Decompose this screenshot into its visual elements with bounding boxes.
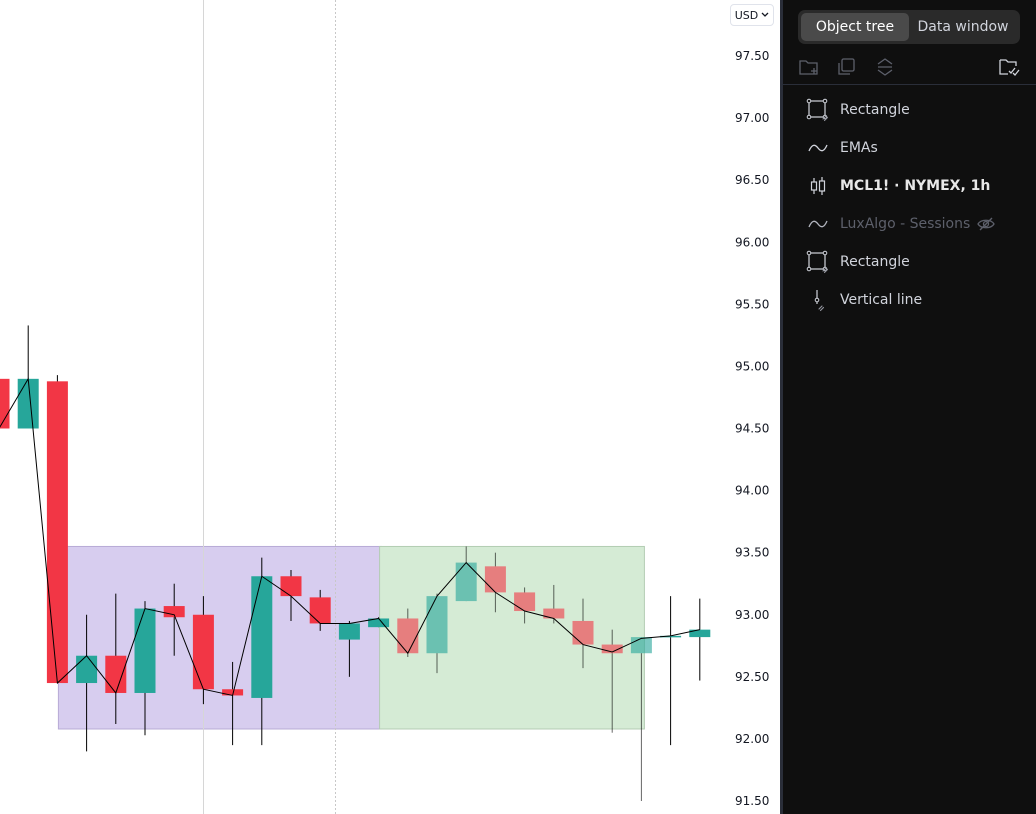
currency-label: USD (734, 8, 759, 22)
price-tick-label: 95.50 (735, 297, 769, 311)
indicator-wave-icon (808, 144, 828, 152)
price-tick-label: 92.00 (735, 732, 769, 746)
select-all-button[interactable] (996, 54, 1022, 80)
candle (689, 598, 711, 681)
price-chart[interactable]: 97.50 97.00 96.50 96.00 95.50 95.00 94.50 94.00… (0, 0, 780, 814)
candle (17, 325, 39, 429)
select-all-icon (999, 59, 1020, 76)
vertical-line-icon (814, 290, 825, 312)
clone-icon (838, 58, 855, 75)
candle-body (280, 576, 302, 597)
clone-button[interactable] (833, 54, 859, 80)
price-tick-label: 95.00 (735, 359, 769, 373)
price-tick-label: 94.00 (735, 484, 769, 498)
currency-selector[interactable]: USD (730, 4, 774, 26)
candle-body (251, 576, 273, 698)
candles-icon (810, 177, 826, 195)
candle-body (192, 614, 214, 690)
candle-body (572, 620, 594, 645)
candle-body (514, 592, 536, 612)
price-tick-label: 96.00 (735, 235, 769, 249)
chevron-down-icon (761, 12, 769, 17)
price-tick-label: 92.50 (735, 670, 769, 684)
candle (0, 378, 10, 429)
price-tick-label: 91.50 (735, 794, 769, 808)
candle (46, 375, 68, 684)
rectangle-icon (806, 250, 829, 274)
candle-body (426, 596, 448, 654)
candle-body (134, 608, 156, 693)
tree-item-luxalgo-sessions[interactable]: LuxAlgo - Sessions (783, 205, 1036, 243)
price-tick-label: 93.50 (735, 546, 769, 560)
candle-body (76, 655, 98, 684)
tree-item-label: Rectangle (840, 254, 910, 270)
tree-item-rectangle-2[interactable]: Rectangle (783, 243, 1036, 281)
price-tick-label: 94.50 (735, 422, 769, 436)
indicator-wave-icon (808, 220, 828, 228)
tree-item-label: LuxAlgo - Sessions (840, 216, 971, 232)
candle-body (338, 623, 360, 640)
object-tree-panel: Object tree Data window Rectangle EMAs M… (783, 0, 1036, 814)
candle-body (309, 597, 331, 624)
tree-item-label: Vertical line (840, 292, 923, 308)
object-tree-toolbar (783, 52, 1036, 85)
sort-button[interactable] (872, 54, 898, 80)
candle-body (0, 378, 10, 429)
show-hide-button[interactable] (976, 214, 996, 234)
new-folder-button[interactable] (796, 54, 822, 80)
tab-data-window[interactable]: Data window (909, 13, 1017, 41)
tab-object-tree[interactable]: Object tree (801, 13, 909, 41)
panel-tabs: Object tree Data window (798, 10, 1020, 44)
session-rectangle (57, 545, 383, 730)
tree-item-label: MCL1! · NYMEX, 1h (840, 178, 991, 194)
tree-item-rectangle-1[interactable]: Rectangle (783, 91, 1036, 129)
tree-item-vertical-line[interactable]: Vertical line (783, 281, 1036, 319)
chart-area[interactable]: 97.50 97.00 96.50 96.00 95.50 95.00 94.50 94.00… (0, 0, 780, 814)
candle-body (17, 378, 39, 429)
candle-body (46, 381, 68, 684)
price-tick-label: 93.00 (735, 608, 769, 622)
new-folder-icon (799, 60, 818, 75)
candle-body (630, 637, 652, 654)
price-tick-label: 97.00 (735, 111, 769, 125)
candle-body (455, 562, 477, 602)
tree-item-emas[interactable]: EMAs (783, 129, 1036, 167)
rectangle-icon (806, 98, 829, 122)
sort-icon (877, 58, 893, 76)
tree-item-label: Rectangle (840, 102, 910, 118)
candle-body (397, 618, 419, 654)
candle (660, 596, 682, 746)
price-tick-label: 96.50 (735, 173, 769, 187)
tree-item-main-series[interactable]: MCL1! · NYMEX, 1h (783, 167, 1036, 205)
price-tick-label: 97.50 (735, 49, 769, 63)
candle-body (484, 566, 506, 593)
eye-crossed-icon (977, 217, 995, 231)
session-rectangle (379, 545, 645, 730)
candle-body (105, 655, 127, 693)
tree-item-label: EMAs (840, 140, 878, 156)
